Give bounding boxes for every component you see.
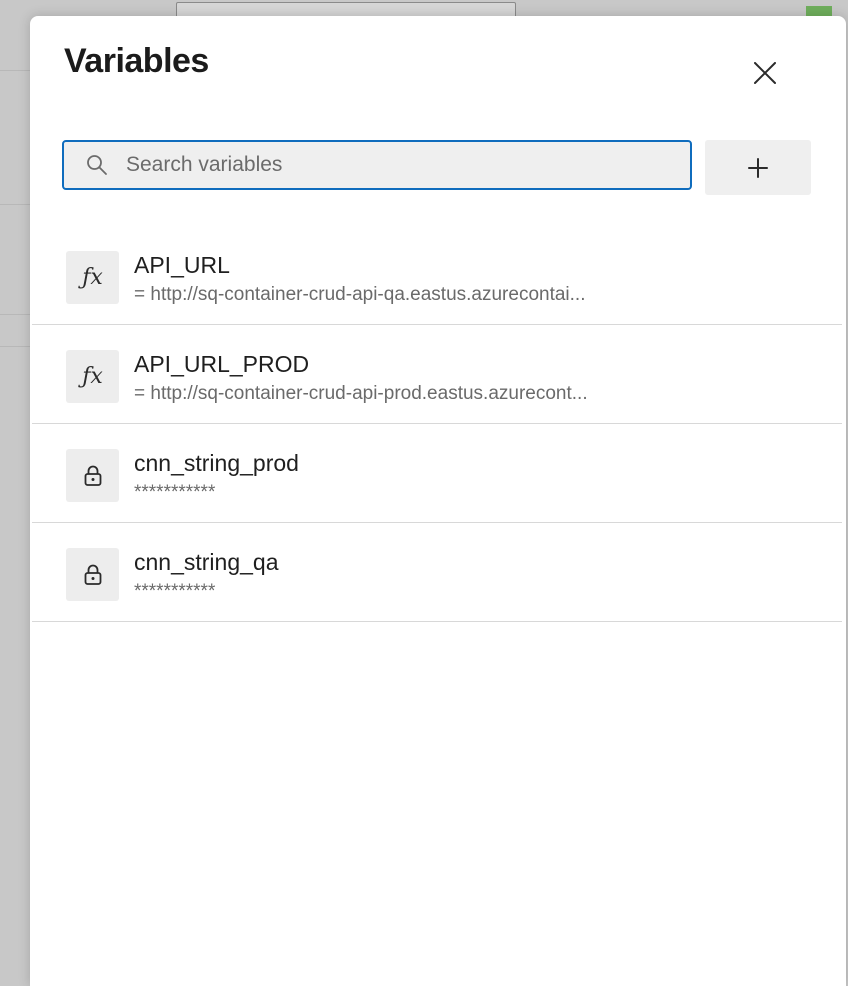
close-icon: [754, 62, 776, 84]
variable-list: ƒx API_URL = http://sq-container-crud-ap…: [32, 226, 842, 622]
variable-value: ***********: [134, 482, 216, 503]
search-box[interactable]: [62, 140, 692, 190]
variables-panel: Variables ƒx API_URL = http://sq-contain…: [30, 16, 846, 986]
variable-value: ***********: [134, 581, 216, 602]
variable-value: = http://sq-container-crud-api-qa.eastus…: [134, 284, 586, 305]
close-button[interactable]: [746, 54, 784, 92]
background-badge: [806, 6, 832, 16]
variable-row[interactable]: cnn_string_qa ***********: [32, 523, 842, 622]
variable-row[interactable]: ƒx API_URL = http://sq-container-crud-ap…: [32, 226, 842, 325]
panel-title: Variables: [64, 42, 209, 80]
background-divider: [0, 346, 30, 347]
background-divider: [0, 314, 30, 315]
background-divider: [0, 70, 30, 71]
variable-name: cnn_string_qa: [134, 549, 279, 575]
lock-icon: [66, 548, 119, 601]
plus-icon: [748, 157, 768, 178]
search-icon: [86, 153, 110, 177]
lock-icon: [66, 449, 119, 502]
fx-icon: ƒx: [66, 350, 119, 403]
fx-icon: ƒx: [66, 251, 119, 304]
variable-value: = http://sq-container-crud-api-prod.east…: [134, 383, 588, 404]
variable-row[interactable]: ƒx API_URL_PROD = http://sq-container-cr…: [32, 325, 842, 424]
variable-name: cnn_string_prod: [134, 450, 299, 476]
background-divider: [0, 204, 30, 205]
add-variable-button[interactable]: [705, 140, 811, 195]
variable-row[interactable]: cnn_string_prod ***********: [32, 424, 842, 523]
variable-name: API_URL: [134, 252, 230, 278]
variable-name: API_URL_PROD: [134, 351, 310, 377]
search-input[interactable]: [124, 144, 690, 186]
